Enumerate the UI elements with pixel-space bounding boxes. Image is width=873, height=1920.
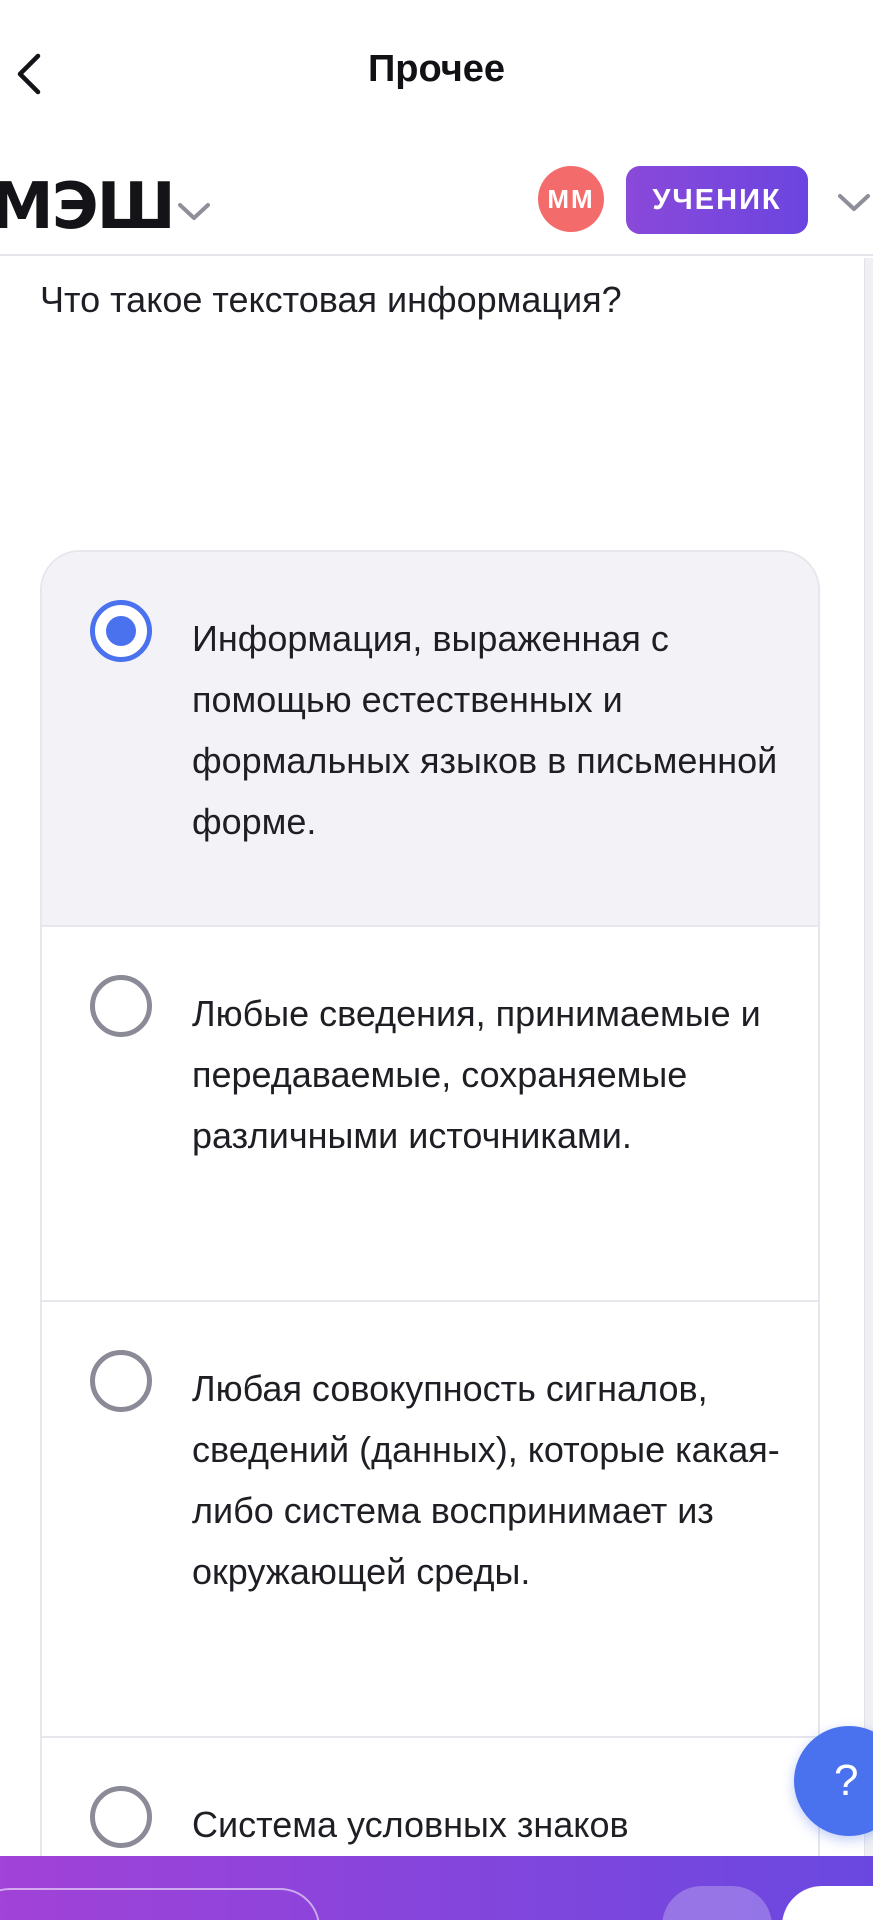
action-button[interactable] — [662, 1886, 772, 1920]
scrollbar[interactable] — [864, 258, 873, 1858]
answer-option-label: Любая совокупность сигналов, сведений (д… — [192, 1368, 780, 1592]
answer-option-4[interactable]: Система условных знаков — [42, 1738, 818, 1860]
radio-button[interactable] — [90, 1350, 152, 1412]
answer-option-2[interactable]: Любые сведения, принимаемые и передаваем… — [42, 927, 818, 1302]
bottom-action-bar — [0, 1856, 873, 1920]
answer-option-1[interactable]: Информация, выраженная с помощью естеств… — [42, 552, 818, 927]
answer-option-label: Информация, выраженная с помощью естеств… — [192, 618, 778, 842]
answer-option-label: Любые сведения, принимаемые и передаваем… — [192, 993, 761, 1156]
page-title: Прочее — [367, 48, 506, 90]
radio-dot-icon — [106, 616, 136, 646]
avatar[interactable]: ММ — [538, 166, 604, 232]
answer-option-label: Система условных знаков — [192, 1804, 629, 1845]
radio-button[interactable] — [90, 975, 152, 1037]
secondary-action-button[interactable] — [0, 1888, 320, 1920]
radio-button-selected[interactable] — [90, 600, 152, 662]
chevron-down-icon — [838, 194, 870, 211]
top-navigation: Прочее — [0, 0, 873, 148]
question-text: Что такое текстовая информация? — [40, 279, 622, 320]
primary-action-button[interactable] — [782, 1886, 873, 1920]
answer-options: Информация, выраженная с помощью естеств… — [40, 550, 820, 1860]
radio-button[interactable] — [90, 1786, 152, 1848]
role-button[interactable]: УЧЕНИК — [626, 166, 808, 234]
app-logo[interactable]: МЭШ — [0, 170, 176, 244]
logo-menu-button[interactable] — [172, 194, 216, 230]
chevron-down-icon — [178, 203, 210, 220]
screen: Прочее МЭШ ММ УЧЕНИК Что такое текстовая… — [0, 0, 873, 1920]
profile-menu-button[interactable] — [836, 186, 873, 220]
answer-option-3[interactable]: Любая совокупность сигналов, сведений (д… — [42, 1302, 818, 1738]
